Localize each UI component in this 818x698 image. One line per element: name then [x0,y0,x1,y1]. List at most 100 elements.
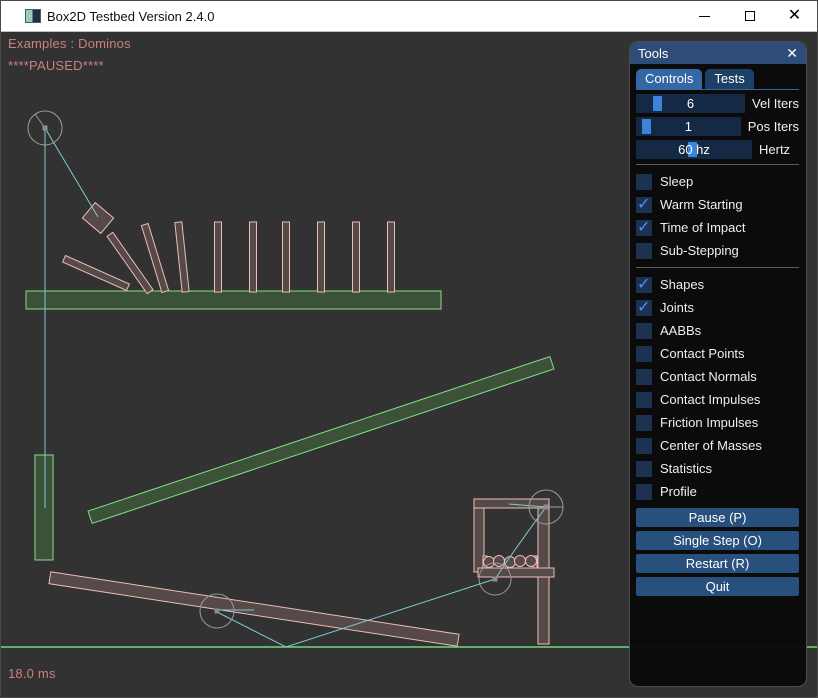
checkbox-contact-points[interactable]: Contact Points [636,342,799,365]
tools-panel-close-icon[interactable]: ✕ [786,46,798,60]
slider-hertz: 60 hzHertz [636,140,799,159]
ball-4 [515,556,526,567]
paused-label: ****PAUSED**** [8,58,104,73]
checkbox-joints[interactable]: ✓ Joints [636,296,799,319]
domino-4 [175,222,189,292]
ramp [88,357,554,524]
slider-label: Pos Iters [748,119,799,134]
check-icon: ✓ [637,297,650,317]
window-controls: ✕ [682,1,817,31]
button-single-step-o[interactable]: Single Step (O) [636,531,799,550]
checkbox-friction-impulses[interactable]: Friction Impulses [636,411,799,434]
checkbox-box[interactable]: ✓ [636,197,652,213]
check-icon: ✓ [637,194,650,214]
checkbox-label: Shapes [660,277,704,292]
checkbox-box[interactable] [636,438,652,454]
checkbox-aabbs[interactable]: AABBs [636,319,799,342]
ball-5 [526,556,537,567]
slider-track[interactable]: 60 hz [636,140,752,159]
checkbox-box[interactable] [636,243,652,259]
checkbox-box[interactable]: ✓ [636,277,652,293]
minimize-button[interactable] [682,1,727,31]
slider-vel-iters: 6 Vel Iters [636,94,799,113]
checkbox-box[interactable] [636,174,652,190]
checkbox-box[interactable]: ✓ [636,220,652,236]
button-restart-r[interactable]: Restart (R) [636,554,799,573]
checkbox-label: Sub-Stepping [660,243,739,258]
solver-checkbox-group: Sleep ✓ Warm Starting ✓Time of Impact Sub-St… [636,170,799,262]
slider-label: Vel Iters [752,96,799,111]
domino-9 [353,222,360,292]
checkbox-box[interactable] [636,484,652,500]
tools-panel-titlebar[interactable]: Tools ✕ [630,42,806,64]
checkbox-label: Contact Impulses [660,392,760,407]
pulley-joint-anchor [43,126,48,131]
checkbox-time-of-impact[interactable]: ✓Time of Impact [636,216,799,239]
plank-joint-anchor [215,609,220,614]
checkbox-profile[interactable]: Profile [636,480,799,503]
checkbox-box[interactable] [636,415,652,431]
tab-controls[interactable]: Controls [636,69,702,89]
window-title: Box2D Testbed Version 2.4.0 [47,9,214,24]
domino-5 [215,222,222,292]
checkbox-box[interactable] [636,461,652,477]
swinging-box [82,203,113,234]
checkbox-box[interactable] [636,392,652,408]
frame-beam-4 [478,568,554,577]
button-pause-p[interactable]: Pause (P) [636,508,799,527]
slider-pos-iters: 1 Pos Iters [636,117,799,136]
checkbox-center-of-masses[interactable]: Center of Masses [636,434,799,457]
slider-track[interactable]: 6 [636,94,745,113]
frame-top-joint-anchor [544,505,549,510]
tools-panel: Tools ✕ ControlsTests 6 Vel Iters 1 Pos Ite… [629,41,807,687]
domino-platform [26,291,441,309]
checkbox-sub-stepping[interactable]: Sub-Stepping [636,239,799,262]
app-icon [25,9,41,23]
pillar [35,455,53,560]
tab-tests[interactable]: Tests [705,69,753,89]
checkbox-label: Joints [660,300,694,315]
tools-panel-title: Tools [638,46,668,61]
checkbox-statistics[interactable]: Statistics [636,457,799,480]
button-quit[interactable]: Quit [636,577,799,596]
checkbox-box[interactable] [636,369,652,385]
separator [636,267,799,268]
slider-value: 60 hz [636,140,752,159]
frame-time-label: 18.0 ms [8,666,56,681]
slider-track[interactable]: 1 [636,117,741,136]
checkbox-label: Profile [660,484,697,499]
checkbox-label: Warm Starting [660,197,743,212]
maximize-button[interactable] [727,1,772,31]
close-button[interactable]: ✕ [772,1,817,31]
checkbox-label: Sleep [660,174,693,189]
seesaw-plank [49,572,459,646]
domino-10 [388,222,395,292]
checkbox-label: Contact Normals [660,369,757,384]
slider-value: 6 [636,94,745,113]
checkbox-box[interactable]: ✓ [636,300,652,316]
checkbox-contact-normals[interactable]: Contact Normals [636,365,799,388]
checkbox-label: Friction Impulses [660,415,758,430]
draw-checkbox-group: ✓ Shapes ✓ Joints AABBs Contact Points Contact… [636,273,799,503]
simulation-canvas[interactable]: Examples : Dominos ****PAUSED**** 18.0 m… [1,32,818,698]
domino-7 [283,222,290,292]
checkbox-label: Contact Points [660,346,745,361]
maximize-icon [745,11,755,21]
check-icon: ✓ [637,274,650,294]
checkbox-box[interactable] [636,346,652,362]
checkbox-shapes[interactable]: ✓ Shapes [636,273,799,296]
checkbox-sleep[interactable]: Sleep [636,170,799,193]
frame-mid-joint-anchor [493,577,498,582]
close-icon: ✕ [788,8,801,24]
minimize-icon [699,16,710,17]
separator [636,164,799,165]
check-icon: ✓ [637,217,650,237]
action-buttons: Pause (P) Single Step (O) Restart (R) Quit [636,508,799,596]
checkbox-warm-starting[interactable]: ✓ Warm Starting [636,193,799,216]
window-titlebar[interactable]: Box2D Testbed Version 2.4.0 ✕ [1,1,817,32]
checkbox-contact-impulses[interactable]: Contact Impulses [636,388,799,411]
example-label: Examples : Dominos [8,36,131,51]
checkbox-label: Center of Masses [660,438,762,453]
checkbox-box[interactable] [636,323,652,339]
slider-value: 1 [636,117,741,136]
